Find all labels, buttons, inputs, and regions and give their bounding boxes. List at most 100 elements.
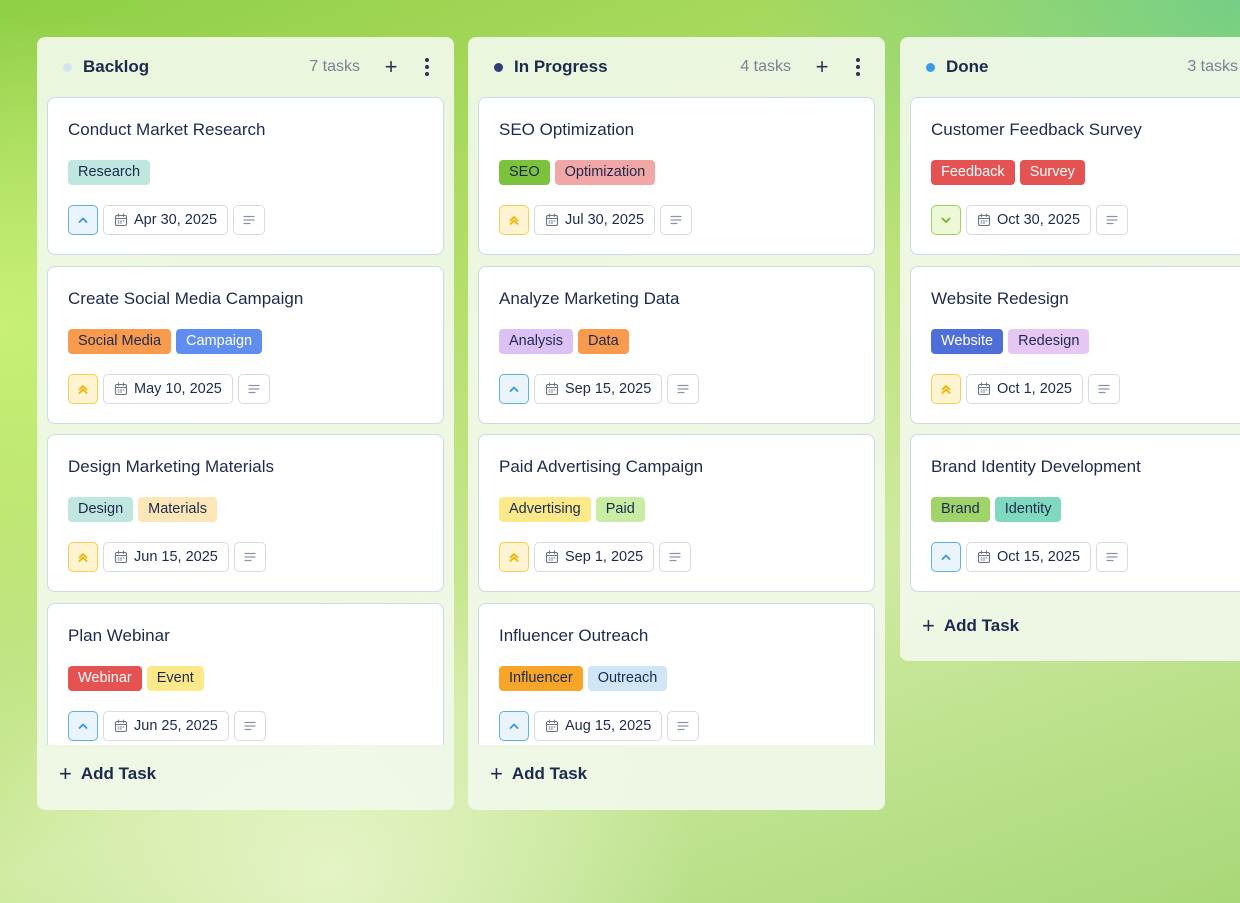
card-list[interactable]: Customer Feedback Survey Feedback Survey Oc… xyxy=(910,97,1240,597)
tag[interactable]: SEO xyxy=(499,160,550,185)
plus-icon: + xyxy=(490,761,503,786)
tag[interactable]: Identity xyxy=(994,497,1062,522)
tag[interactable]: Data xyxy=(578,328,629,354)
calendar-icon xyxy=(114,718,128,733)
task-card[interactable]: Conduct Market Research Research Apr 30, 2… xyxy=(47,97,444,255)
task-card[interactable]: Brand Identity Development Brand Identity O… xyxy=(910,434,1240,592)
due-date-button[interactable]: Oct 1, 2025 xyxy=(966,373,1083,404)
tag[interactable]: Influencer xyxy=(499,665,583,691)
due-date-button[interactable]: Sep 15, 2025 xyxy=(534,373,663,404)
notes-icon[interactable] xyxy=(1087,373,1120,404)
tag[interactable]: Advertising xyxy=(499,497,591,522)
task-card[interactable]: Plan Webinar Webinar Event Jun 25, 2025 xyxy=(47,602,444,745)
column-in-progress: In Progress 4 tasks + SEO Optimization SE… xyxy=(468,37,885,810)
due-date-button[interactable]: May 10, 2025 xyxy=(103,373,233,404)
chevron-up-icon[interactable] xyxy=(499,710,529,741)
task-card[interactable]: Paid Advertising Campaign Advertising Paid… xyxy=(478,434,875,592)
task-meta: Jul 30, 2025 xyxy=(499,205,693,235)
card-list[interactable]: Conduct Market Research Research Apr 30, 2… xyxy=(47,97,444,745)
notes-icon[interactable] xyxy=(233,710,266,741)
notes-icon[interactable] xyxy=(667,710,700,741)
notes-icon[interactable] xyxy=(237,373,270,404)
chevron-up-icon[interactable] xyxy=(68,710,98,741)
due-date-button[interactable]: Apr 30, 2025 xyxy=(103,205,229,235)
column-status-dot xyxy=(926,62,935,72)
tag[interactable]: Optimization xyxy=(554,160,656,185)
due-date-button[interactable]: Oct 30, 2025 xyxy=(966,205,1092,235)
due-date-button[interactable]: Jun 25, 2025 xyxy=(103,710,229,741)
double-chevron-up-icon[interactable] xyxy=(931,373,961,404)
due-date: Aug 15, 2025 xyxy=(565,717,652,734)
column-header: Done 3 tasks xyxy=(900,37,1240,97)
chevron-down-icon[interactable] xyxy=(931,205,961,235)
task-card[interactable]: Customer Feedback Survey Feedback Survey Oc… xyxy=(910,97,1240,255)
double-chevron-up-icon[interactable] xyxy=(499,542,529,572)
tag[interactable]: Brand xyxy=(931,497,990,522)
due-date: Oct 30, 2025 xyxy=(997,212,1081,228)
due-date-button[interactable]: Oct 15, 2025 xyxy=(966,542,1092,572)
notes-icon[interactable] xyxy=(667,373,700,404)
chevron-up-icon[interactable] xyxy=(499,373,529,404)
notes-icon[interactable] xyxy=(1096,542,1129,572)
notes-icon[interactable] xyxy=(1096,205,1129,235)
tag[interactable]: Event xyxy=(146,665,204,691)
due-date: Jun 15, 2025 xyxy=(134,549,218,565)
calendar-icon xyxy=(977,213,991,227)
task-title: Website Redesign xyxy=(931,288,1069,308)
more-vertical-icon[interactable] xyxy=(422,58,432,76)
tag[interactable]: Outreach xyxy=(587,665,668,691)
tag-list: Advertising Paid xyxy=(499,497,645,522)
tag[interactable]: Analysis xyxy=(499,328,573,354)
notes-icon[interactable] xyxy=(659,542,692,572)
tag[interactable]: Design xyxy=(68,497,134,522)
tag-list: Design Materials xyxy=(68,497,217,522)
chevron-up-icon[interactable] xyxy=(68,205,98,235)
column-title: Backlog xyxy=(83,57,150,76)
calendar-icon xyxy=(545,550,559,564)
tag[interactable]: Social Media xyxy=(68,328,172,354)
double-chevron-up-icon[interactable] xyxy=(68,373,98,404)
card-list[interactable]: SEO Optimization SEO Optimization Jul 30, 2… xyxy=(478,97,875,745)
tag[interactable]: Feedback xyxy=(931,160,1015,185)
task-card[interactable]: Design Marketing Materials Design Material… xyxy=(47,434,444,592)
due-date-button[interactable]: Jul 30, 2025 xyxy=(534,205,656,235)
notes-icon[interactable] xyxy=(660,205,693,235)
tag[interactable]: Survey xyxy=(1019,160,1085,185)
add-task-button[interactable]: + Add Task xyxy=(59,763,156,785)
tag[interactable]: Webinar xyxy=(68,665,142,691)
chevron-up-icon[interactable] xyxy=(931,542,961,572)
tag-list: Research xyxy=(68,160,151,185)
due-date-button[interactable]: Sep 1, 2025 xyxy=(534,542,655,572)
tag[interactable]: Research xyxy=(68,160,151,185)
notes-icon[interactable] xyxy=(233,205,266,235)
double-chevron-up-icon[interactable] xyxy=(68,542,98,572)
add-task-button[interactable]: + Add Task xyxy=(490,763,587,785)
column-backlog: Backlog 7 tasks + Conduct Market Researc… xyxy=(37,37,454,810)
tag[interactable]: Paid xyxy=(595,497,645,522)
calendar-icon xyxy=(114,381,128,396)
task-card[interactable]: Website Redesign Website Redesign Oct 1, 20… xyxy=(910,265,1240,424)
due-date: Jun 25, 2025 xyxy=(134,717,218,734)
calendar-icon xyxy=(545,718,559,733)
add-task-plus-icon[interactable]: + xyxy=(382,56,400,78)
double-chevron-up-icon[interactable] xyxy=(499,205,529,235)
task-card[interactable]: SEO Optimization SEO Optimization Jul 30, 2… xyxy=(478,97,875,255)
task-card[interactable]: Analyze Marketing Data Analysis Data Sep 15… xyxy=(478,265,875,424)
more-vertical-icon[interactable] xyxy=(853,58,863,76)
task-meta: May 10, 2025 xyxy=(68,373,270,404)
tag[interactable]: Redesign xyxy=(1008,328,1090,354)
task-card[interactable]: Influencer Outreach Influencer Outreach Aug… xyxy=(478,602,875,745)
tag[interactable]: Materials xyxy=(138,497,217,522)
task-title: Create Social Media Campaign xyxy=(68,288,304,308)
due-date-button[interactable]: Aug 15, 2025 xyxy=(534,710,663,741)
add-task-button[interactable]: + Add Task xyxy=(922,615,1019,637)
task-card[interactable]: Create Social Media Campaign Social Media… xyxy=(47,265,444,424)
notes-icon[interactable] xyxy=(233,542,266,572)
add-task-label: Add Task xyxy=(511,764,588,783)
due-date-button[interactable]: Jun 15, 2025 xyxy=(103,542,229,572)
task-meta: Jun 15, 2025 xyxy=(68,542,266,572)
column-header: Backlog 7 tasks + xyxy=(37,37,454,97)
tag[interactable]: Campaign xyxy=(176,328,263,354)
tag[interactable]: Website xyxy=(931,328,1004,354)
add-task-plus-icon[interactable]: + xyxy=(813,56,831,78)
